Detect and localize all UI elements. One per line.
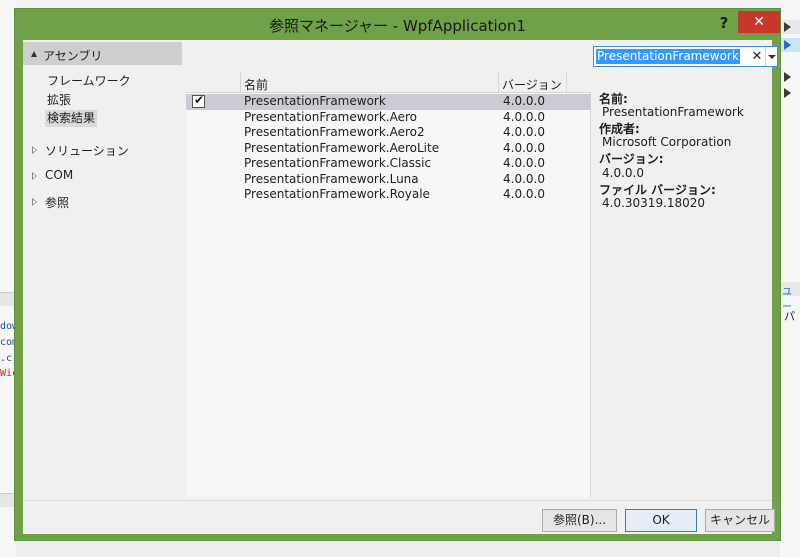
nav-item-extensions[interactable]: 拡張 [47, 92, 71, 109]
assembly-name: PresentationFramework.Classic [244, 156, 432, 170]
column-divider[interactable] [566, 73, 567, 93]
column-divider[interactable] [498, 73, 499, 93]
assembly-version: 4.0.0.0 [503, 109, 545, 124]
nav-item-solution[interactable]: ソリューション [23, 141, 182, 159]
assembly-list[interactable]: 名前 バージョン ✔ PresentationFramework 4.0.0.0… [186, 73, 591, 497]
close-button[interactable]: ✕ [738, 11, 780, 33]
assembly-version: 4.0.0.0 [503, 140, 545, 155]
assembly-name: PresentationFramework.Royale [244, 187, 430, 201]
table-row[interactable]: PresentationFramework.Classic 4.0.0.0 [186, 156, 591, 172]
assembly-version: 4.0.0.0 [503, 171, 545, 186]
assembly-name: PresentationFramework.AeroLite [244, 140, 440, 155]
table-row[interactable]: ✔ PresentationFramework 4.0.0.0 [186, 93, 591, 110]
table-row[interactable]: PresentationFramework.Aero 4.0.0.0 [186, 110, 591, 126]
expand-icon [32, 146, 37, 154]
assembly-name: PresentationFramework [244, 94, 386, 108]
dialog-title: 参照マネージャー - WpfApplication1 [269, 17, 526, 35]
help-button[interactable]: ? [712, 12, 736, 34]
reference-manager-dialog: 参照マネージャー - WpfApplication1 ? ✕ アセンブリ フレー… [14, 8, 781, 541]
browse-button[interactable]: 参照(B)... [542, 509, 617, 532]
ok-button[interactable]: OK [625, 509, 697, 532]
table-row[interactable]: PresentationFramework.Aero2 4.0.0.0 [186, 125, 591, 141]
author-value: Microsoft Corporation [602, 135, 732, 149]
dialog-body: アセンブリ フレームワーク 拡張 検索結果 ソリューション COM 参照 Pre… [23, 40, 778, 534]
nav-item-com[interactable]: COM [23, 167, 182, 185]
version-value: 4.0.0.0 [602, 166, 644, 180]
title-bar[interactable]: 参照マネージャー - WpfApplication1 ? ✕ [15, 9, 780, 39]
search-dropdown-button[interactable] [765, 47, 777, 66]
assembly-version: 4.0.0.0 [503, 187, 545, 201]
nav-item-browse[interactable]: 参照 [23, 193, 182, 211]
version-label: バージョン: [599, 152, 664, 166]
assembly-name: PresentationFramework.Aero [244, 109, 417, 124]
nav-item-framework[interactable]: フレームワーク [47, 73, 131, 90]
nav-item-label: アセンブリ [43, 49, 103, 63]
cancel-button[interactable]: キャンセル [705, 509, 775, 532]
nav-item-label: ソリューション [45, 144, 129, 158]
clear-search-icon[interactable]: ✕ [750, 48, 764, 65]
column-divider[interactable] [240, 73, 241, 93]
table-row[interactable]: PresentationFramework.Royale 4.0.0.0 [186, 187, 591, 203]
ide-right-panel: ユー パ [780, 0, 800, 557]
list-header: 名前 バージョン [186, 73, 591, 93]
assembly-version: 4.0.0.0 [503, 125, 545, 139]
expand-icon [32, 198, 37, 206]
ide-code-line: .c [0, 353, 13, 364]
assembly-name: PresentationFramework.Aero2 [244, 125, 425, 139]
file-version-value: 4.0.30319.18020 [602, 196, 706, 210]
details-pane: 名前: PresentationFramework 作成者: Microsoft… [592, 73, 772, 497]
column-header-version[interactable]: バージョン [502, 76, 562, 93]
nav-item-label: COM [45, 168, 74, 182]
nav-item-label: 参照 [45, 196, 70, 210]
collapse-icon [31, 51, 37, 57]
include-checkbox[interactable]: ✔ [192, 93, 205, 108]
expand-icon[interactable] [784, 72, 791, 82]
expand-icon[interactable] [784, 40, 791, 50]
dialog-footer: 参照(B)... OK キャンセル [23, 500, 775, 534]
check-icon: ✔ [194, 93, 205, 107]
expand-icon [32, 172, 37, 180]
table-row[interactable]: PresentationFramework.AeroLite 4.0.0.0 [186, 141, 591, 157]
nav-item-assemblies[interactable]: アセンブリ [23, 42, 182, 65]
ide-right-label: パ [784, 310, 795, 323]
category-nav: アセンブリ フレームワーク 拡張 検索結果 ソリューション COM 参照 [23, 40, 185, 494]
assembly-version: 4.0.0.0 [503, 156, 545, 170]
search-input[interactable]: PresentationFramework ✕ [593, 46, 778, 67]
assembly-name: PresentationFramework.Luna [244, 171, 419, 186]
search-text[interactable]: PresentationFramework [596, 49, 740, 64]
name-value: PresentationFramework [602, 105, 744, 119]
column-header-name[interactable]: 名前 [244, 76, 268, 93]
expand-icon[interactable] [784, 22, 791, 32]
expand-icon[interactable] [784, 88, 791, 98]
nav-item-search-results[interactable]: 検索結果 [45, 110, 98, 127]
assembly-version: 4.0.0.0 [503, 94, 545, 108]
table-row[interactable]: PresentationFramework.Luna 4.0.0.0 [186, 172, 591, 188]
